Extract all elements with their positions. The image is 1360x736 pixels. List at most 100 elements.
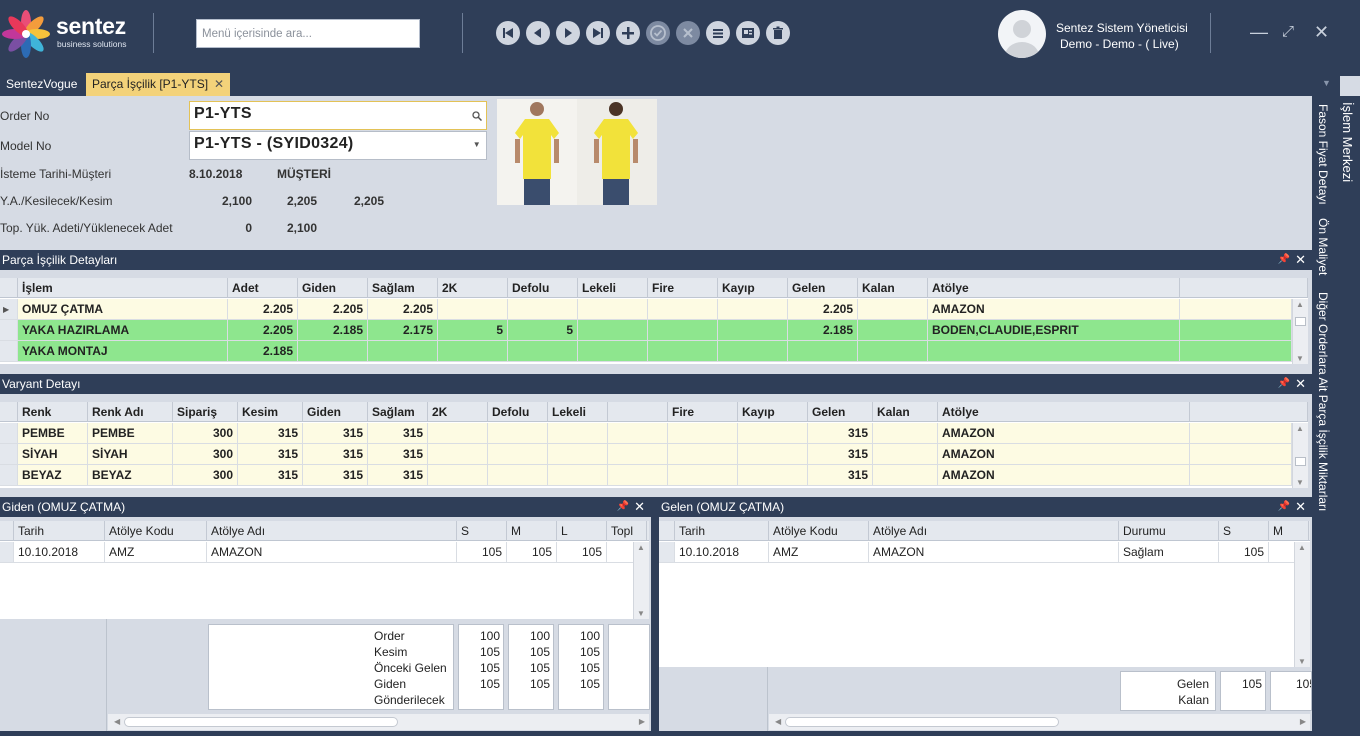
column-header[interactable]: Kesim	[238, 402, 303, 422]
column-header[interactable]: M	[1269, 521, 1309, 541]
table-cell[interactable]	[578, 320, 648, 341]
column-header[interactable]: Topl	[607, 521, 647, 541]
pin-icon[interactable]: 📌	[617, 497, 629, 517]
column-header[interactable]: Fire	[648, 278, 718, 298]
column-header[interactable]: Atölye Kodu	[769, 521, 869, 541]
table-cell[interactable]: 315	[368, 465, 428, 486]
table-cell[interactable]	[738, 465, 808, 486]
table-cell[interactable]: 5	[438, 320, 508, 341]
table-cell[interactable]	[738, 423, 808, 444]
table-cell[interactable]: 315	[808, 423, 873, 444]
row-indicator[interactable]	[0, 341, 18, 362]
table-cell[interactable]	[488, 423, 548, 444]
scroll-up-icon[interactable]: ▲	[1296, 300, 1304, 309]
table-cell[interactable]: 2.205	[228, 320, 298, 341]
pin-icon[interactable]: 📌	[1278, 497, 1290, 517]
close-panel-icon[interactable]: ✕	[1295, 250, 1306, 270]
column-header[interactable]: Tarih	[14, 521, 105, 541]
table-cell[interactable]: BODEN,CLAUDIE,ESPRIT	[928, 320, 1180, 341]
column-header[interactable]: S	[457, 521, 507, 541]
table-cell[interactable]	[648, 299, 718, 320]
model-no-select[interactable]: P1-YTS - (SYID0324) ▼	[189, 131, 487, 160]
table-cell[interactable]	[368, 341, 438, 362]
table-cell[interactable]	[488, 444, 548, 465]
column-header[interactable]: M	[507, 521, 557, 541]
horizontal-scrollbar[interactable]: ◀ ▶	[108, 714, 649, 730]
close-panel-icon[interactable]: ✕	[1295, 497, 1306, 517]
table-cell[interactable]: PEMBE	[18, 423, 88, 444]
table-cell[interactable]: 10.10.2018	[14, 542, 105, 563]
table-cell[interactable]: 2.205	[298, 299, 368, 320]
splitter[interactable]	[651, 497, 659, 736]
row-indicator[interactable]	[659, 542, 675, 563]
scroll-up-icon[interactable]: ▲	[637, 543, 645, 552]
table-cell[interactable]: 105	[507, 542, 557, 563]
delete-button[interactable]	[766, 21, 790, 45]
scroll-up-icon[interactable]: ▲	[1298, 543, 1306, 552]
user-info[interactable]: Sentez Sistem Yöneticisi Demo - Demo - (…	[1056, 20, 1188, 52]
table-cell[interactable]: AMAZON	[869, 542, 1119, 563]
add-button[interactable]	[616, 21, 640, 45]
table-cell[interactable]	[873, 465, 938, 486]
last-record-button[interactable]	[586, 21, 610, 45]
row-indicator[interactable]	[0, 423, 18, 444]
table-cell[interactable]: 105	[557, 542, 607, 563]
column-header[interactable]: Defolu	[508, 278, 578, 298]
column-header[interactable]: Kalan	[858, 278, 928, 298]
table-cell[interactable]: 315	[303, 444, 368, 465]
next-record-button[interactable]	[556, 21, 580, 45]
column-header[interactable]: Sağlam	[368, 402, 428, 422]
table-cell[interactable]	[438, 341, 508, 362]
column-header[interactable]: İşlem	[18, 278, 228, 298]
column-header[interactable]: Gelen	[788, 278, 858, 298]
table-cell[interactable]: 300	[173, 423, 238, 444]
approve-button[interactable]	[646, 21, 670, 45]
scroll-up-icon[interactable]: ▲	[1296, 424, 1304, 433]
column-header[interactable]: Giden	[298, 278, 368, 298]
column-header[interactable]: Atölye	[938, 402, 1190, 422]
table-cell[interactable]: 2.185	[228, 341, 298, 362]
row-indicator[interactable]: ▶	[0, 299, 18, 320]
table-cell[interactable]: AMZ	[105, 542, 207, 563]
table-cell[interactable]: 5	[508, 320, 578, 341]
table-cell[interactable]: 2.205	[368, 299, 438, 320]
table-cell[interactable]	[578, 341, 648, 362]
table-cell[interactable]: BEYAZ	[88, 465, 173, 486]
column-header[interactable]: Kayıp	[738, 402, 808, 422]
scroll-thumb[interactable]	[1295, 317, 1306, 326]
table-cell[interactable]	[873, 444, 938, 465]
minimize-icon[interactable]: —	[1250, 22, 1268, 42]
order-no-input[interactable]: P1-YTS	[189, 101, 487, 130]
table-cell[interactable]: 2.205	[228, 299, 298, 320]
table-cell[interactable]: 315	[368, 423, 428, 444]
table-cell[interactable]	[298, 341, 368, 362]
card-button[interactable]	[736, 21, 760, 45]
table-cell[interactable]: 315	[238, 423, 303, 444]
column-header[interactable]: Gelen	[808, 402, 873, 422]
tab-dropdown-icon[interactable]: ▼	[1322, 78, 1331, 88]
previous-record-button[interactable]	[526, 21, 550, 45]
search-icon[interactable]	[472, 111, 482, 121]
table-cell[interactable]: 2.175	[368, 320, 438, 341]
column-header[interactable]: 2K	[438, 278, 508, 298]
table-cell[interactable]	[548, 465, 608, 486]
close-panel-icon[interactable]: ✕	[634, 497, 645, 517]
table-cell[interactable]	[548, 444, 608, 465]
table-cell[interactable]	[668, 444, 738, 465]
table-cell[interactable]	[578, 299, 648, 320]
first-record-button[interactable]	[496, 21, 520, 45]
side-tab-diger-orderlar[interactable]: Diğer Orderlara Ait Parça İşçilik Miktar…	[1316, 292, 1330, 511]
table-cell[interactable]: 105	[457, 542, 507, 563]
table-cell[interactable]: 2.185	[298, 320, 368, 341]
column-header[interactable]: Tarih	[675, 521, 769, 541]
table-cell[interactable]: 105	[1219, 542, 1269, 563]
table-cell[interactable]: YAKA MONTAJ	[18, 341, 228, 362]
row-indicator[interactable]	[0, 465, 18, 486]
column-header[interactable]: Sipariş	[173, 402, 238, 422]
table-cell[interactable]: AMZ	[769, 542, 869, 563]
table-cell[interactable]: SİYAH	[88, 444, 173, 465]
column-header[interactable]: Lekeli	[548, 402, 608, 422]
table-cell[interactable]	[548, 423, 608, 444]
table-cell[interactable]: OMUZ ÇATMA	[18, 299, 228, 320]
table-cell[interactable]	[738, 444, 808, 465]
